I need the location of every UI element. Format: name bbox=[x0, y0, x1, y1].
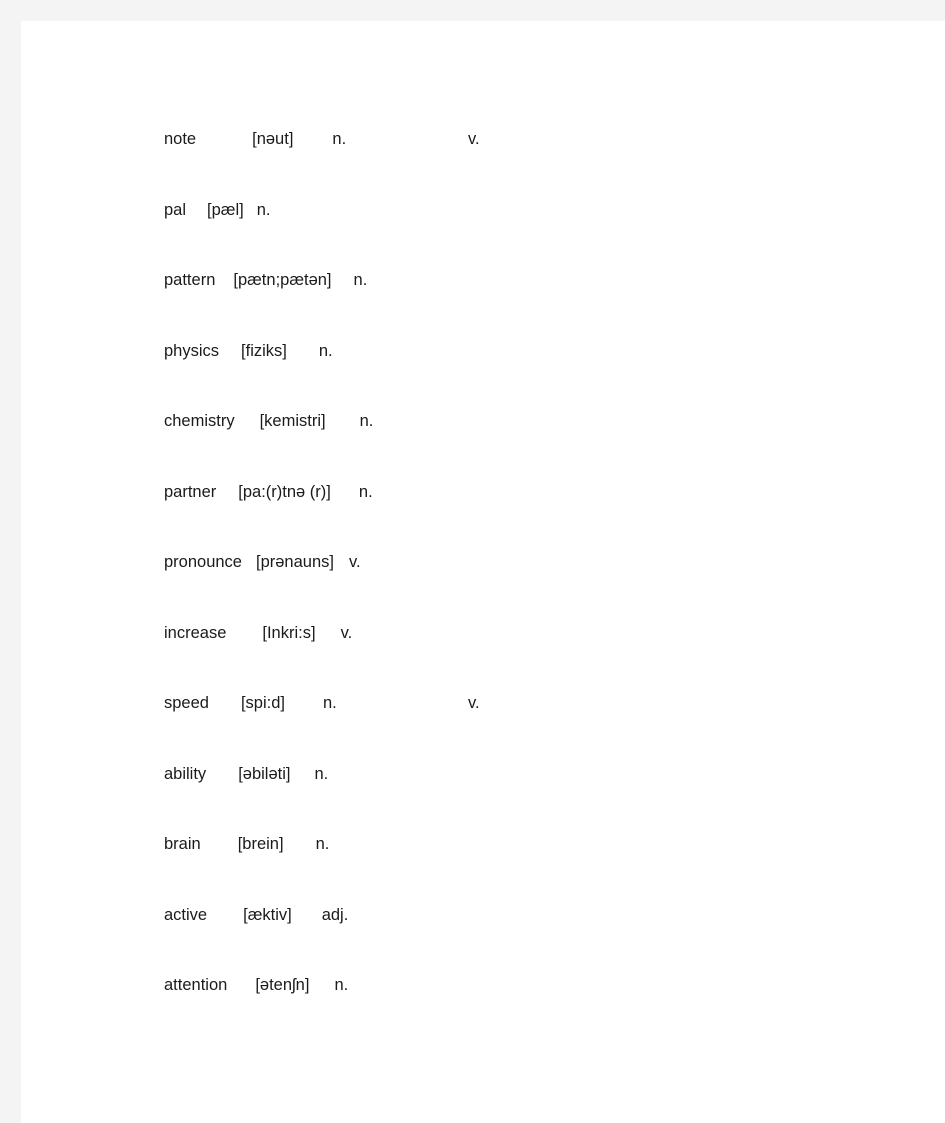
document-page: note [nəut] n. v. pal [pæl] n. pattern [pætn;pæt… bbox=[21, 21, 945, 1123]
entry-word: physics bbox=[164, 341, 220, 360]
entry-word: ability bbox=[164, 764, 207, 783]
vocabulary-entry-row: speed [spi:d] n. v. bbox=[164, 668, 904, 739]
entry-phonetic: [fiziks] bbox=[241, 341, 287, 360]
entry-part-of-speech-primary: n. bbox=[323, 694, 337, 712]
entry-part-of-speech-primary: n. bbox=[334, 976, 349, 994]
vocabulary-entry-row: brain [brein] n. bbox=[164, 809, 904, 880]
entry-phonetic: [ətenʃn] bbox=[255, 976, 310, 994]
vocabulary-entry-row: chemistry [kemistri] n. bbox=[164, 386, 904, 457]
entry-word: active bbox=[164, 905, 208, 924]
entry-word: increase bbox=[164, 623, 227, 642]
vocabulary-entry-row: ability [əbiləti] n. bbox=[164, 739, 904, 810]
entry-part-of-speech-primary: v. bbox=[340, 623, 353, 642]
entry-word: attention bbox=[164, 976, 228, 994]
vocabulary-entry-row: note [nəut] n. v. bbox=[164, 104, 904, 175]
entry-part-of-speech-secondary: v. bbox=[468, 130, 480, 148]
vocabulary-entry-row: pattern [pætn;pætən] n. bbox=[164, 245, 904, 316]
entry-part-of-speech-primary: adj. bbox=[321, 905, 349, 924]
entry-word: note bbox=[164, 130, 197, 148]
vocabulary-entry-row: partner [pa:(r)tnə (r)] n. bbox=[164, 457, 904, 528]
entry-part-of-speech-primary: n. bbox=[353, 271, 368, 289]
entry-part-of-speech-primary: n. bbox=[315, 835, 330, 853]
entry-part-of-speech-secondary: v. bbox=[468, 694, 480, 712]
entry-word: brain bbox=[164, 835, 201, 853]
entry-phonetic: [əbiləti] bbox=[238, 764, 291, 783]
vocabulary-list: note [nəut] n. v. pal [pæl] n. pattern [pætn;pæt… bbox=[164, 104, 904, 1021]
entry-part-of-speech-primary: n. bbox=[314, 764, 329, 783]
entry-part-of-speech-primary: v. bbox=[348, 553, 361, 571]
entry-part-of-speech-primary: n. bbox=[318, 341, 333, 360]
vocabulary-entry-row: increase [Inkri:s] v. bbox=[164, 598, 904, 669]
entry-part-of-speech-primary: n. bbox=[332, 130, 347, 148]
vocabulary-entry-row: pal [pæl] n. bbox=[164, 175, 904, 246]
entry-phonetic: [pa:(r)tnə (r)] bbox=[238, 482, 331, 501]
entry-phonetic: [prənauns] bbox=[255, 553, 334, 571]
vocabulary-entry-row: pronounce [prənauns] v. bbox=[164, 527, 904, 598]
entry-word: speed bbox=[164, 694, 209, 712]
entry-word: partner bbox=[164, 482, 217, 501]
entry-word: pronounce bbox=[164, 553, 242, 571]
vocabulary-entry-row: physics [fiziks] n. bbox=[164, 316, 904, 387]
entry-phonetic: [nəut] bbox=[252, 130, 294, 148]
entry-phonetic: [Inkri:s] bbox=[262, 623, 316, 642]
entry-word: pattern bbox=[164, 271, 216, 289]
entry-part-of-speech-primary: n. bbox=[359, 412, 374, 430]
entry-phonetic: [spi:d] bbox=[240, 694, 285, 712]
entry-word: pal bbox=[164, 200, 187, 219]
entry-word: chemistry bbox=[164, 412, 235, 430]
entry-phonetic: [æktiv] bbox=[243, 905, 292, 924]
entry-phonetic: [brein] bbox=[237, 835, 284, 853]
entry-part-of-speech-primary: n. bbox=[358, 482, 373, 501]
entry-phonetic: [kemistri] bbox=[259, 412, 326, 430]
vocabulary-entry-row: active [æktiv] adj. bbox=[164, 880, 904, 951]
entry-phonetic: [pæl] bbox=[207, 200, 244, 219]
vocabulary-entry-row: attention [ətenʃn] n. bbox=[164, 950, 904, 1021]
entry-part-of-speech-primary: n. bbox=[256, 200, 271, 219]
entry-phonetic: [pætn;pætən] bbox=[233, 271, 332, 289]
